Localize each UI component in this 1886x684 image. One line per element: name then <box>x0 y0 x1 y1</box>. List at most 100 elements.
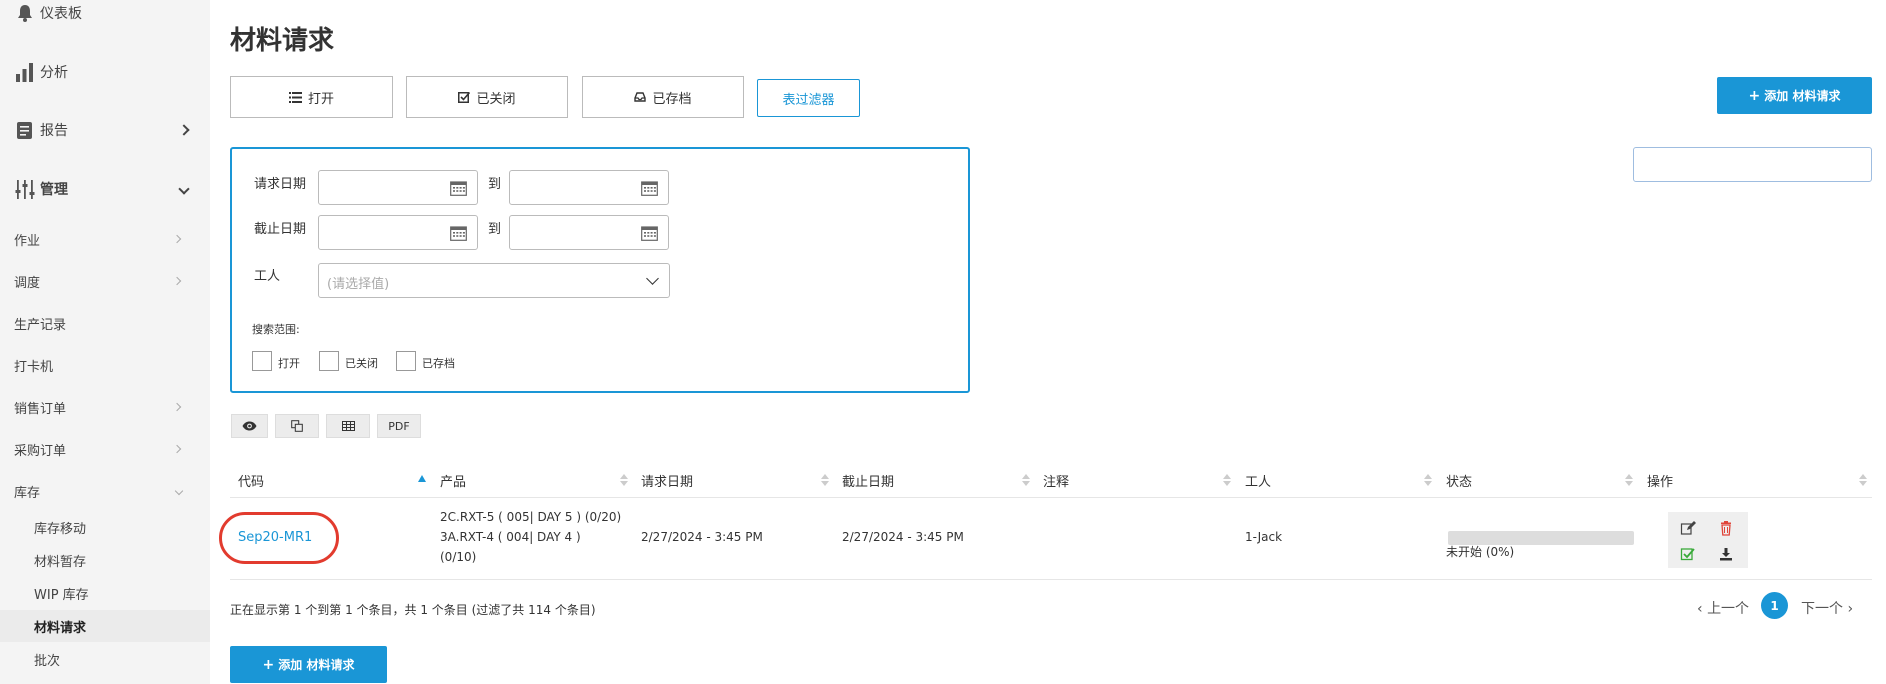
sidebar-item-label: 库存移动 <box>34 521 87 537</box>
sidebar-item-label: WIP 库存 <box>34 587 89 603</box>
status-progress-bar <box>1448 531 1634 545</box>
scope-open-checkbox[interactable] <box>252 351 272 371</box>
check-square-icon[interactable] <box>1680 546 1696 562</box>
request-date-label: 请求日期 <box>254 177 307 192</box>
tab-archived[interactable]: 已存档 <box>582 76 744 118</box>
sidebar-item-label: 仪表板 <box>40 6 82 22</box>
plus-icon: + <box>1748 87 1761 104</box>
product-line: (0/10) <box>440 550 477 564</box>
sort-icon[interactable] <box>1424 474 1432 486</box>
sidebar-item-sales-orders[interactable]: 销售订单 <box>0 386 210 428</box>
report-icon <box>17 122 32 139</box>
bell-icon <box>18 5 32 22</box>
sidebar-item-label: 管理 <box>40 182 68 198</box>
column-visibility-button[interactable] <box>231 414 268 438</box>
chevron-right-icon <box>178 124 190 136</box>
column-header-note[interactable]: 注释 <box>1043 471 1069 490</box>
sidebar-item-reports[interactable]: 报告 <box>0 101 210 159</box>
add-button-label: 添加 材料请求 <box>1764 89 1841 103</box>
delete-icon[interactable] <box>1718 520 1734 536</box>
calendar-icon <box>641 226 658 241</box>
sidebar-item-production-records[interactable]: 生产记录 <box>0 302 210 344</box>
chevron-right-icon <box>172 402 182 412</box>
sidebar-item-time-clock[interactable]: 打卡机 <box>0 344 210 386</box>
highlight-circle <box>219 512 339 564</box>
add-material-request-bottom-button[interactable]: + 添加 材料请求 <box>230 646 387 683</box>
column-header-deadline[interactable]: 截止日期 <box>842 471 894 490</box>
sidebar-item-label: 打卡机 <box>14 359 54 375</box>
sidebar-item-batches[interactable]: 批次 <box>0 643 210 675</box>
pagination-previous[interactable]: ‹ 上一个 <box>1697 598 1749 618</box>
status-text: 未开始 (0%) <box>1446 545 1515 559</box>
pagination-next-label: 下一个 <box>1801 601 1843 617</box>
sort-icon[interactable] <box>620 474 628 486</box>
to-label: 到 <box>488 222 502 237</box>
sidebar-item-wip-inventory[interactable]: WIP 库存 <box>0 577 210 609</box>
sidebar-item-label: 材料请求 <box>34 620 87 636</box>
copy-icon <box>291 420 303 432</box>
request-date-from-input[interactable] <box>318 170 478 205</box>
sidebar-item-material-staging[interactable]: 材料暂存 <box>0 544 210 576</box>
sort-icon[interactable] <box>1859 474 1867 486</box>
sort-icon[interactable] <box>1625 474 1633 486</box>
table-bottom-divider <box>230 579 1872 580</box>
chevron-down-icon <box>178 183 190 195</box>
column-header-status[interactable]: 状态 <box>1446 471 1472 490</box>
excel-export-button[interactable] <box>326 414 370 438</box>
tab-closed[interactable]: 已关闭 <box>406 76 568 118</box>
inbox-icon <box>634 92 647 102</box>
pdf-export-button[interactable]: PDF <box>377 414 421 438</box>
sidebar-item-management[interactable]: 管理 <box>0 160 210 218</box>
sidebar-item-inventory-moves[interactable]: 库存移动 <box>0 511 210 543</box>
sidebar-item-dashboard[interactable]: 仪表板 <box>0 0 210 42</box>
table-filter-button[interactable]: 表过滤器 <box>757 79 860 117</box>
row-actions <box>1668 512 1748 568</box>
sidebar-item-inventory[interactable]: 库存 <box>0 470 210 512</box>
sidebar-item-label: 调度 <box>14 275 41 291</box>
pagination-current-page[interactable]: 1 <box>1761 592 1788 619</box>
edit-icon[interactable] <box>1680 520 1696 536</box>
worker-select[interactable]: (请选择值) <box>318 263 670 298</box>
column-header-product[interactable]: 产品 <box>440 471 466 490</box>
sidebar-item-label: 生产记录 <box>14 317 67 333</box>
chevron-right-icon <box>172 444 182 454</box>
scope-closed-checkbox[interactable] <box>319 351 339 371</box>
scope-archived-checkbox[interactable] <box>396 351 416 371</box>
request-date-to-input[interactable] <box>509 170 669 205</box>
deadline-from-input[interactable] <box>318 215 478 250</box>
sidebar-item-scheduling[interactable]: 调度 <box>0 260 210 302</box>
tab-open[interactable]: 打开 <box>230 76 393 118</box>
sidebar-item-label: 批次 <box>34 653 61 669</box>
sort-icon[interactable] <box>1022 474 1030 486</box>
deadline-to-input[interactable] <box>509 215 669 250</box>
scope-archived-label: 已存档 <box>422 357 455 370</box>
product-line: 3A.RXT-4 ( 004| DAY 4 ) <box>440 530 581 544</box>
search-input[interactable] <box>1633 147 1872 182</box>
column-header-request-date[interactable]: 请求日期 <box>641 471 693 490</box>
sort-icon[interactable] <box>1223 474 1231 486</box>
sidebar-item-label: 分析 <box>40 65 68 81</box>
bar-chart-icon <box>16 63 33 82</box>
chevron-down-icon <box>174 486 184 496</box>
download-icon[interactable] <box>1718 546 1734 562</box>
sidebar-item-label: 销售订单 <box>14 401 67 417</box>
tab-label: 打开 <box>307 91 334 107</box>
eye-icon <box>242 421 257 431</box>
plus-icon: + <box>262 656 275 673</box>
column-header-code[interactable]: 代码 <box>238 471 264 490</box>
chevron-right-icon <box>172 234 182 244</box>
column-header-worker[interactable]: 工人 <box>1245 471 1271 490</box>
add-material-request-button[interactable]: + 添加 材料请求 <box>1717 77 1872 114</box>
sort-icon[interactable] <box>821 474 829 486</box>
sidebar-item-material-requests[interactable]: 材料请求 <box>0 610 210 642</box>
worker-placeholder: (请选择值) <box>327 277 390 292</box>
sort-ascending-icon[interactable] <box>418 475 426 482</box>
sidebar-item-purchase-orders[interactable]: 采购订单 <box>0 428 210 470</box>
copy-button[interactable] <box>275 414 319 438</box>
sliders-icon <box>15 180 35 199</box>
sidebar-item-jobs[interactable]: 作业 <box>0 218 210 260</box>
pagination-next[interactable]: 下一个 › <box>1801 598 1853 618</box>
search-scope-label: 搜索范围: <box>252 323 300 336</box>
sidebar-item-analytics[interactable]: 分析 <box>0 43 210 101</box>
table-icon <box>341 421 355 431</box>
